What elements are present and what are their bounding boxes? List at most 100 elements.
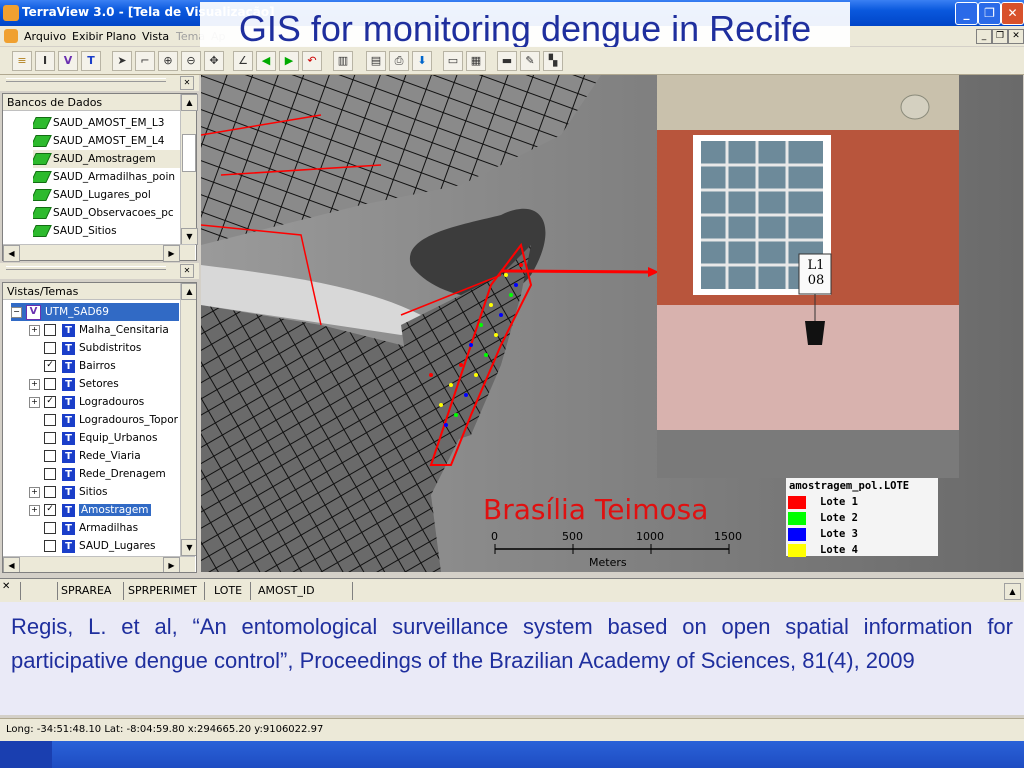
forward-icon[interactable]: ▶ — [279, 51, 299, 71]
themes-list: + T Malha_Censitaria + T Subdistritos + ✓ T Bairr… — [29, 321, 181, 555]
collapse-icon[interactable]: − — [11, 306, 22, 318]
menu-arquivo[interactable]: Arquivo — [24, 30, 66, 43]
citation-box: Regis, L. et al, “An entomological surve… — [0, 602, 1024, 715]
expand-icon[interactable]: + — [29, 504, 40, 516]
scroll-down-icon[interactable]: ▼ — [181, 539, 196, 556]
theme-item[interactable]: + ✓ T Logradouros — [29, 393, 181, 411]
scroll-up-icon[interactable]: ▲ — [181, 283, 196, 300]
views-close-button[interactable]: ✕ — [180, 264, 194, 278]
theme-item[interactable]: +TRede_Viaria — [29, 447, 181, 465]
pointer-icon[interactable]: ➤ — [112, 51, 132, 71]
mdi-restore-button[interactable]: ❐ — [992, 29, 1008, 44]
theme-item[interactable]: +✓TBairros — [29, 357, 181, 375]
column-header[interactable]: AMOST_ID — [254, 582, 353, 600]
visibility-checkbox[interactable] — [44, 468, 56, 480]
visibility-checkbox[interactable] — [44, 414, 56, 426]
column-header[interactable]: SPRAREA — [57, 582, 124, 600]
databases-scrollbar[interactable]: ▲ ▼ — [180, 94, 198, 245]
scroll-right-icon[interactable]: ▶ — [163, 245, 180, 262]
theme-item[interactable]: + T Malha_Censitaria — [29, 321, 181, 339]
theme-item[interactable]: +TSubdistritos — [29, 339, 181, 357]
theme-item[interactable]: + T Setores — [29, 375, 181, 393]
back-icon[interactable]: ◀ — [256, 51, 276, 71]
start-button[interactable] — [0, 741, 52, 768]
theme-item[interactable]: + ✓ T Amostragem — [29, 501, 181, 519]
visibility-checkbox[interactable] — [44, 432, 56, 444]
select-icon[interactable]: ⌐ — [135, 51, 155, 71]
restore-button[interactable]: ❐ — [978, 2, 1001, 25]
expand-icon[interactable]: + — [29, 324, 40, 336]
database-item[interactable]: SAUD_Observacoes_pc — [33, 204, 181, 222]
chart-icon[interactable]: ▚ — [543, 51, 563, 71]
theme-item[interactable]: +TEquip_Urbanos — [29, 429, 181, 447]
expand-icon[interactable]: + — [29, 396, 40, 408]
legend-entry: Lote 2 — [788, 510, 936, 526]
scroll-thumb[interactable] — [182, 134, 196, 172]
menu-exibir[interactable]: Exibir — [72, 30, 103, 43]
database-icon[interactable]: ≡ — [12, 51, 32, 71]
scroll-down-icon[interactable]: ▼ — [181, 228, 198, 245]
theme-item[interactable]: + T Sitios — [29, 483, 181, 501]
databases-close-button[interactable]: ✕ — [180, 76, 194, 90]
draw-icon[interactable]: ∠ — [233, 51, 253, 71]
mdi-minimize-button[interactable]: _ — [976, 29, 992, 44]
visibility-checkbox[interactable]: ✓ — [44, 396, 56, 408]
visibility-checkbox[interactable] — [44, 378, 56, 390]
database-item[interactable]: SAUD_AMOST_EM_L4 — [33, 132, 181, 150]
column-header[interactable]: LOTE — [210, 582, 251, 600]
database-item[interactable]: SAUD_AMOST_EM_L3 — [33, 114, 181, 132]
zoom-out-icon[interactable]: ⊖ — [181, 51, 201, 71]
pan-icon[interactable]: ✥ — [204, 51, 224, 71]
table-icon[interactable]: ▥ — [333, 51, 353, 71]
column-header[interactable]: SPRPERIMET — [124, 582, 205, 600]
menu-vista[interactable]: Vista — [142, 30, 169, 43]
scroll-up-icon[interactable]: ▲ — [181, 94, 198, 111]
visibility-checkbox[interactable]: ✓ — [44, 360, 56, 372]
citation-text: Regis, L. et al, “An entomological surve… — [11, 614, 1013, 673]
panel-icon[interactable]: ▬ — [497, 51, 517, 71]
layers-icon[interactable]: ▤ — [366, 51, 386, 71]
database-item[interactable]: SAUD_Amostragem — [33, 150, 181, 168]
database-item[interactable]: SAUD_Armadilhas_poin — [33, 168, 181, 186]
close-button[interactable]: ✕ — [1001, 2, 1024, 25]
zoom-in-icon[interactable]: ⊕ — [158, 51, 178, 71]
view-icon[interactable]: V — [58, 51, 78, 71]
theme-icon[interactable]: T — [81, 51, 101, 71]
theme-item[interactable]: +TRede_Drenagem — [29, 465, 181, 483]
database-item[interactable]: SAUD_Lugares_pol — [33, 186, 181, 204]
theme-item[interactable]: +TArmadilhas — [29, 519, 181, 537]
info-icon[interactable]: I — [35, 51, 55, 71]
edit-icon[interactable]: ✎ — [520, 51, 540, 71]
views-hscrollbar[interactable]: ◀ ▶ — [3, 556, 195, 572]
scroll-right-icon[interactable]: ▶ — [163, 557, 180, 572]
visibility-checkbox[interactable] — [44, 342, 56, 354]
views-scrollbar[interactable]: ▲ ▼ — [180, 283, 196, 556]
theme-item[interactable]: +TLogradouros_Topor — [29, 411, 181, 429]
window-icon[interactable]: ▭ — [443, 51, 463, 71]
undo-icon[interactable]: ↶ — [302, 51, 322, 71]
view-item-utm-sad69[interactable]: − V UTM_SAD69 — [11, 303, 179, 321]
scroll-up-icon[interactable]: ▲ — [1004, 583, 1021, 600]
expand-icon[interactable]: + — [29, 378, 40, 390]
visibility-checkbox[interactable] — [44, 486, 56, 498]
mdi-close-button[interactable]: ✕ — [1008, 29, 1024, 44]
expand-icon[interactable]: + — [29, 486, 40, 498]
menu-plano[interactable]: Plano — [106, 30, 136, 43]
export-icon[interactable]: ⬇ — [412, 51, 432, 71]
minimize-button[interactable]: _ — [955, 2, 978, 25]
visibility-checkbox[interactable]: ✓ — [44, 504, 56, 516]
print-icon[interactable]: ⎙ — [389, 51, 409, 71]
grid-icon[interactable]: ▦ — [466, 51, 486, 71]
databases-hscrollbar[interactable]: ◀ ▶ — [3, 244, 195, 262]
scroll-left-icon[interactable]: ◀ — [3, 245, 20, 262]
grid-close-button[interactable]: ✕ — [2, 581, 10, 592]
visibility-checkbox[interactable] — [44, 324, 56, 336]
visibility-checkbox[interactable] — [44, 450, 56, 462]
theme-icon: T — [62, 341, 75, 355]
area-label: Brasília Teimosa — [483, 493, 709, 526]
visibility-checkbox[interactable] — [44, 522, 56, 534]
database-item[interactable]: SAUD_Sitios — [33, 222, 181, 240]
theme-item[interactable]: +TSAUD_Lugares — [29, 537, 181, 555]
scroll-left-icon[interactable]: ◀ — [3, 557, 20, 572]
visibility-checkbox[interactable] — [44, 540, 56, 552]
